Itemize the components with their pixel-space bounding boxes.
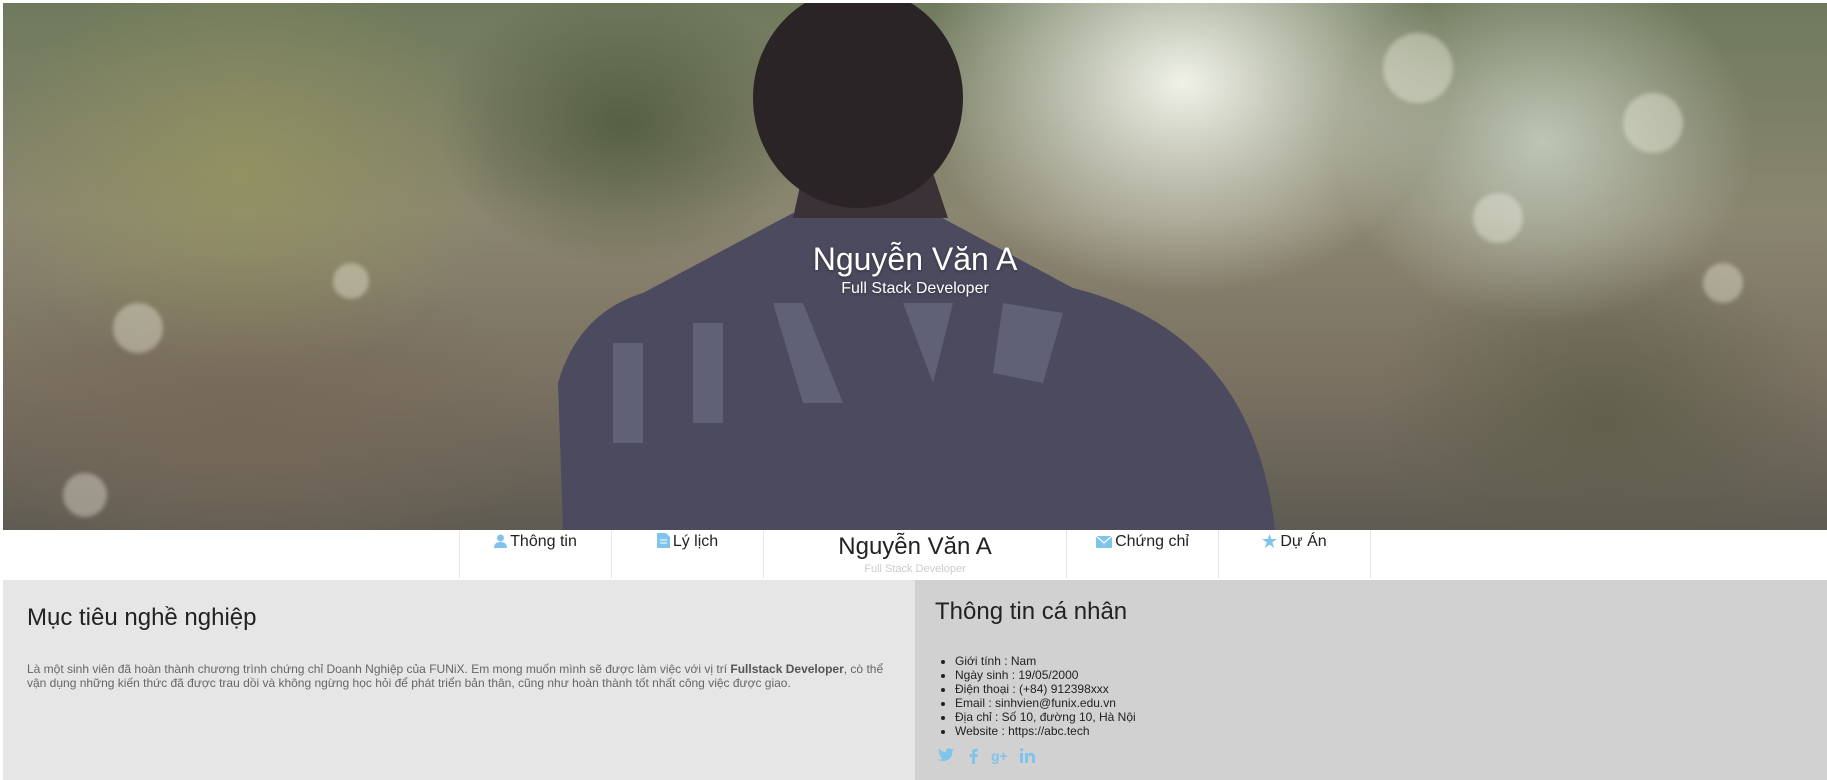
user-icon <box>494 534 508 553</box>
info-phone: Điện thoại : (+84) 912398xxx <box>955 682 1807 696</box>
objective-text: Là một sinh viên đã hoàn thành chương tr… <box>27 662 897 690</box>
hero-role: Full Stack Developer <box>841 280 989 297</box>
navigation-bar: Thông tin Lý lịch Nguyễn Văn A Full Stac… <box>3 530 1827 580</box>
envelope-icon <box>1095 535 1113 553</box>
hero-banner: Nguyễn Văn A Full Stack Developer <box>3 3 1827 530</box>
section-title-objective: Mục tiêu nghề nghiệp <box>27 604 257 631</box>
info-birthday: Ngày sinh : 19/05/2000 <box>955 668 1807 682</box>
hero-name: Nguyễn Văn A <box>812 241 1018 277</box>
nav-divider <box>1370 530 1371 578</box>
objective-text-part: Là một sinh viên đã hoàn thành chương tr… <box>27 662 731 676</box>
nav-item-thong-tin[interactable]: Thông tin <box>459 530 611 578</box>
facebook-icon[interactable] <box>964 748 982 766</box>
nav-item-chung-chi[interactable]: Chứng chỉ <box>1066 530 1218 578</box>
nav-brand[interactable]: Nguyễn Văn A Full Stack Developer <box>763 530 1066 578</box>
twitter-icon[interactable] <box>937 748 955 766</box>
section-title-personal: Thông tin cá nhân <box>935 598 1128 625</box>
nav-item-ly-lich[interactable]: Lý lịch <box>611 530 763 578</box>
google-plus-icon[interactable]: g+ <box>991 748 1009 766</box>
nav-label: Dự Án <box>1280 533 1327 550</box>
info-website: Website : https://abc.tech <box>955 724 1807 738</box>
document-icon <box>656 533 670 553</box>
nav-brand-subtitle: Full Stack Developer <box>864 563 966 575</box>
personal-info-section: Thông tin cá nhân Giới tính : Nam Ngày s… <box>915 580 1827 780</box>
nav-label: Lý lịch <box>672 533 719 550</box>
personal-info-list: Giới tính : Nam Ngày sinh : 19/05/2000 Đ… <box>955 654 1807 738</box>
star-icon <box>1262 534 1278 553</box>
objective-highlight: Fullstack Developer <box>730 662 844 676</box>
nav-brand-name: Nguyễn Văn A <box>838 533 992 560</box>
info-gender: Giới tính : Nam <box>955 654 1807 668</box>
nav-label: Chứng chỉ <box>1115 533 1189 550</box>
linkedin-icon[interactable] <box>1018 748 1036 766</box>
svg-text:g+: g+ <box>991 748 1008 764</box>
info-email: Email : sinhvien@funix.edu.vn <box>955 696 1807 710</box>
nav-item-du-an[interactable]: Dự Án <box>1218 530 1370 578</box>
nav-label: Thông tin <box>510 533 577 550</box>
social-links: g+ <box>935 748 1807 766</box>
career-objective-section: Mục tiêu nghề nghiệp Là một sinh viên đã… <box>3 580 915 780</box>
info-address: Địa chỉ : Số 10, đường 10, Hà Nội <box>955 710 1807 724</box>
